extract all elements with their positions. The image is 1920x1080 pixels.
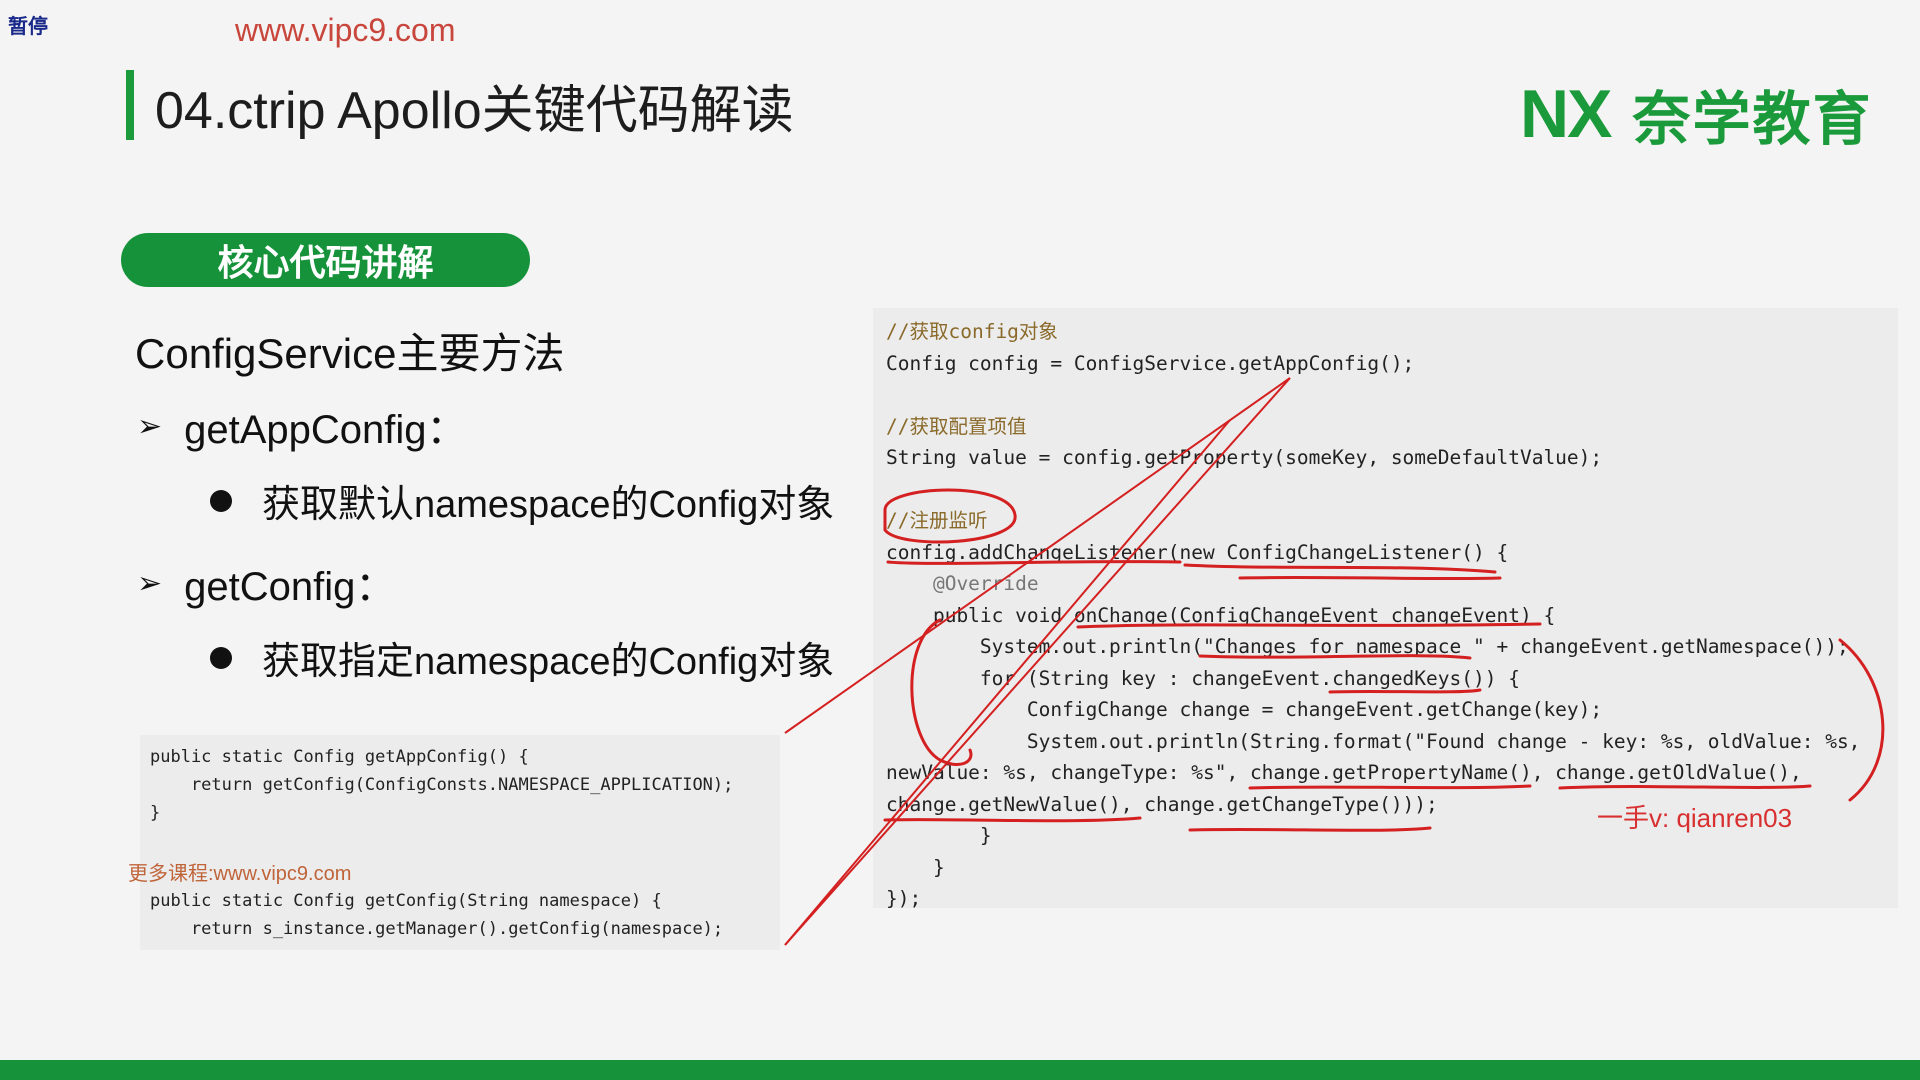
code-line: newValue: %s, changeType: %s", change.ge… <box>886 761 1802 784</box>
methods-heading: ConfigService主要方法 <box>135 330 565 377</box>
code-comment: //注册监听 <box>886 509 988 532</box>
method-desc-text: 获取指定namespace的Config对象 <box>262 641 835 683</box>
arrow-bullet-icon: ➢ <box>137 566 163 600</box>
method-description: 获取默认namespace的Config对象 <box>210 473 835 528</box>
brand-name: 奈学教育 <box>1632 85 1873 153</box>
code-line: System.out.println(String.format("Found … <box>886 729 1861 753</box>
code-line: Config config = ConfigService.getAppConf… <box>886 351 1415 375</box>
code-line: } <box>886 855 945 879</box>
method-name: getConfig： <box>184 565 396 609</box>
arrow-bullet-icon: ➢ <box>137 409 163 443</box>
title-accent-bar <box>126 70 134 140</box>
code-line: } <box>150 803 161 823</box>
code-line: public static Config getConfig(String na… <box>150 891 662 911</box>
code-line: public static Config getAppConfig() { <box>150 747 529 767</box>
method-item: ➢ getAppConfig： <box>137 397 835 455</box>
code-line: return s_instance.getManager().getConfig… <box>150 919 724 939</box>
method-description: 获取指定namespace的Config对象 <box>210 630 835 685</box>
more-courses-watermark: 更多课程:www.vipc9.com <box>128 863 352 885</box>
method-item: ➢ getConfig： <box>137 554 835 612</box>
code-comment: //获取配置项值 <box>886 414 1027 438</box>
code-line: return getConfig(ConfigConsts.NAMESPACE_… <box>150 775 734 795</box>
method-desc-text: 获取默认namespace的Config对象 <box>262 484 835 526</box>
brand-logo: NX 奈学教育 <box>1520 72 1872 156</box>
bullet-dot-icon <box>210 646 232 669</box>
code-annotation: @Override <box>886 572 1039 595</box>
footer-bar <box>0 1060 1920 1080</box>
code-snippet-configservice: public static Config getAppConfig() { re… <box>140 735 780 950</box>
slide-title: 04.ctrip Apollo关键代码解读 <box>155 82 794 140</box>
contact-text: 一手v: qianren03 <box>1597 803 1793 833</box>
methods-panel: ConfigService主要方法 ➢ getAppConfig： 获取默认na… <box>135 320 835 711</box>
code-comment: //获取config对象 <box>886 320 1058 343</box>
bullet-dot-icon <box>210 489 232 512</box>
pause-label: 暂停 <box>8 14 48 38</box>
code-line: String value = config.getProperty(someKe… <box>886 446 1603 469</box>
code-line: public void onChange(ConfigChangeEvent c… <box>886 603 1556 627</box>
code-line: config.addChangeListener(new ConfigChang… <box>886 540 1509 564</box>
code-line: for (String key : changeEvent.changedKey… <box>886 666 1520 690</box>
code-line: System.out.println("Changes for namespac… <box>886 635 1849 658</box>
watermark-url: www.vipc9.com <box>235 12 456 48</box>
nx-logo-icon: NX <box>1520 76 1612 152</box>
code-line: }); <box>886 887 922 908</box>
code-line: ConfigChange change = changeEvent.getCha… <box>886 698 1603 721</box>
method-name: getAppConfig： <box>184 408 467 452</box>
section-label: 核心代码讲解 <box>121 233 530 287</box>
